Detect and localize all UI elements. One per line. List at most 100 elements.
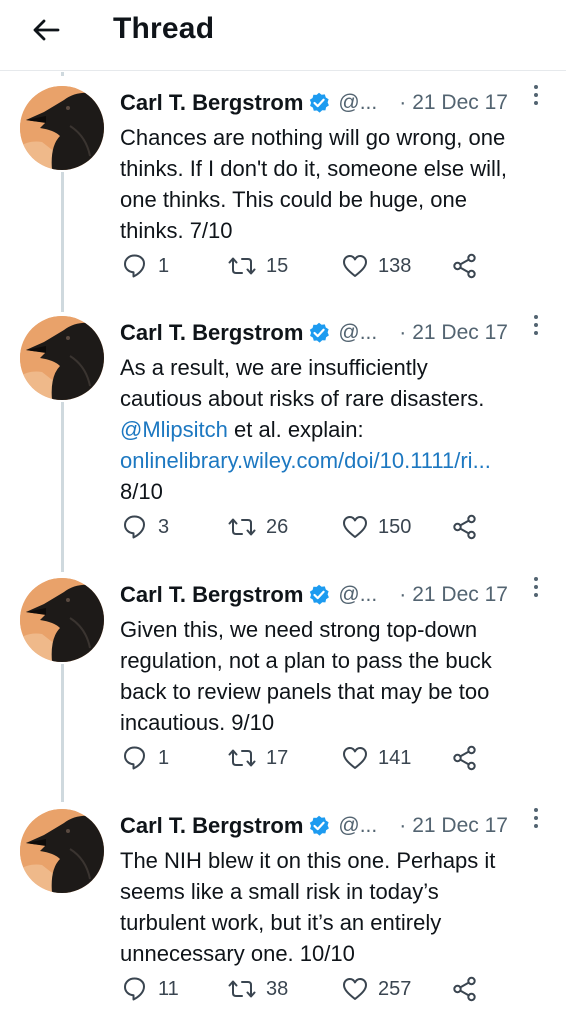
- more-options-button[interactable]: [528, 803, 544, 833]
- back-button[interactable]: [24, 10, 68, 50]
- mention-link[interactable]: @Mlipsitch: [120, 417, 228, 442]
- retweet-icon: [228, 749, 256, 767]
- tweet-10[interactable]: Carl T. Bergstrom @... · 21 Dec 17 The N…: [0, 801, 566, 1020]
- verified-badge-icon: [309, 92, 331, 114]
- author-name[interactable]: Carl T. Bergstrom: [120, 90, 303, 116]
- more-dot-icon: [534, 93, 538, 97]
- like-count: 138: [378, 254, 412, 277]
- tweet-text-line: Chances are nothing will go wrong, one: [120, 125, 506, 150]
- more-options-button[interactable]: [528, 310, 544, 340]
- author-handle[interactable]: @...: [338, 814, 377, 838]
- retweet-button[interactable]: 38: [228, 974, 288, 1004]
- verified-badge-icon: [309, 322, 331, 344]
- author-handle[interactable]: @...: [338, 321, 377, 345]
- tweet-text-line: regulation, not a plan to pass the buck: [120, 648, 492, 673]
- retweet-icon: [228, 518, 256, 536]
- avatar[interactable]: [20, 578, 104, 662]
- tweet-text-line: incautious. 9/10: [120, 710, 275, 735]
- tweet-header: Carl T. Bergstrom @... · 21 Dec 17: [120, 88, 550, 118]
- heart-icon: [343, 978, 367, 1000]
- reply-button[interactable]: 1: [122, 743, 169, 773]
- share-icon: [453, 253, 476, 279]
- like-button[interactable]: 138: [342, 251, 411, 281]
- reply-icon: [124, 515, 145, 539]
- reply-button[interactable]: 3: [122, 512, 169, 542]
- share-button[interactable]: [452, 974, 478, 1004]
- author-handle[interactable]: @...: [338, 91, 377, 115]
- tweet-7[interactable]: Carl T. Bergstrom @... · 21 Dec 17 Chanc…: [0, 72, 566, 312]
- more-dot-icon: [534, 808, 538, 812]
- arrow-left-icon: [33, 19, 60, 41]
- more-dot-icon: [534, 331, 538, 335]
- like-button[interactable]: 141: [342, 743, 411, 773]
- more-dot-icon: [534, 85, 538, 89]
- tweet-text-line: The NIH blew it on this one. Perhaps it: [120, 848, 496, 873]
- reply-button[interactable]: 11: [122, 974, 179, 1004]
- reply-button[interactable]: 1: [122, 251, 169, 281]
- reply-count: 1: [158, 746, 170, 769]
- meta-separator: ·: [399, 91, 407, 114]
- retweet-button[interactable]: 15: [228, 251, 288, 281]
- tweet-text-line: @Mlipsitch et al. explain:: [120, 414, 550, 445]
- share-button[interactable]: [452, 512, 478, 542]
- share-button[interactable]: [452, 251, 478, 281]
- author-name[interactable]: Carl T. Bergstrom: [120, 320, 303, 346]
- retweet-count: 26: [266, 515, 289, 538]
- tweet-text: Given this, we need strong top-down regu…: [120, 614, 550, 738]
- more-dot-icon: [534, 585, 538, 589]
- more-dot-icon: [534, 315, 538, 319]
- reply-icon: [124, 254, 145, 278]
- tweet-header: Carl T. Bergstrom @... · 21 Dec 17: [120, 318, 550, 348]
- tweet-text-line: Given this, we need strong top-down: [120, 617, 478, 642]
- tweet-text-line: cautious about risks of rare disasters.: [120, 386, 485, 411]
- author-name[interactable]: Carl T. Bergstrom: [120, 813, 303, 839]
- tweet-text-line: thinks. If I don't do it, someone else w…: [120, 156, 507, 181]
- more-options-button[interactable]: [528, 572, 544, 602]
- retweet-count: 17: [266, 746, 289, 769]
- tweet-9[interactable]: Carl T. Bergstrom @... · 21 Dec 17 Given…: [0, 570, 566, 802]
- tweet-8[interactable]: Carl T. Bergstrom @... · 21 Dec 17 As a …: [0, 308, 566, 572]
- more-dot-icon: [534, 593, 538, 597]
- like-count: 257: [378, 977, 412, 1000]
- tweet-text-line: 8/10: [120, 479, 163, 504]
- more-options-button[interactable]: [528, 80, 544, 110]
- heart-icon: [343, 255, 367, 277]
- external-link[interactable]: onlinelibrary.wiley.com/doi/10.1111/ri..…: [120, 445, 550, 476]
- share-button[interactable]: [452, 743, 478, 773]
- avatar[interactable]: [20, 809, 104, 893]
- thread-line: [61, 72, 64, 76]
- tweet-text-line: unnecessary one. 10/10: [120, 941, 355, 966]
- tweet-text: The NIH blew it on this one. Perhaps it …: [120, 845, 550, 969]
- more-dot-icon: [534, 577, 538, 581]
- more-dot-icon: [534, 101, 538, 105]
- tweet-date[interactable]: 21 Dec 17: [412, 814, 508, 838]
- like-button[interactable]: 257: [342, 974, 411, 1004]
- author-name[interactable]: Carl T. Bergstrom: [120, 582, 303, 608]
- meta-separator: ·: [399, 583, 407, 606]
- tweet-date[interactable]: 21 Dec 17: [412, 583, 508, 607]
- tweet-date[interactable]: 21 Dec 17: [412, 91, 508, 115]
- header-divider: [0, 70, 566, 71]
- avatar[interactable]: [20, 316, 104, 400]
- heart-icon: [343, 747, 367, 769]
- thread-header: Thread: [0, 0, 566, 66]
- tweet-text: As a result, we are insufficiently cauti…: [120, 352, 550, 507]
- crow-avatar-image: [20, 578, 104, 662]
- author-handle[interactable]: @...: [338, 583, 377, 607]
- tweet-date[interactable]: 21 Dec 17: [412, 321, 508, 345]
- like-button[interactable]: 150: [342, 512, 411, 542]
- thread-line: [61, 664, 64, 802]
- tweet-header: Carl T. Bergstrom @... · 21 Dec 17: [120, 580, 550, 610]
- more-dot-icon: [534, 323, 538, 327]
- retweet-button[interactable]: 26: [228, 512, 288, 542]
- more-dot-icon: [534, 824, 538, 828]
- thread-line: [61, 402, 64, 572]
- reply-count: 3: [158, 515, 170, 538]
- retweet-button[interactable]: 17: [228, 743, 288, 773]
- avatar[interactable]: [20, 86, 104, 170]
- retweet-count: 15: [266, 254, 289, 277]
- tweet-text-line: back to review panels that may be too: [120, 679, 490, 704]
- retweet-count: 38: [266, 977, 289, 1000]
- like-count: 141: [378, 746, 412, 769]
- retweet-icon: [228, 257, 256, 275]
